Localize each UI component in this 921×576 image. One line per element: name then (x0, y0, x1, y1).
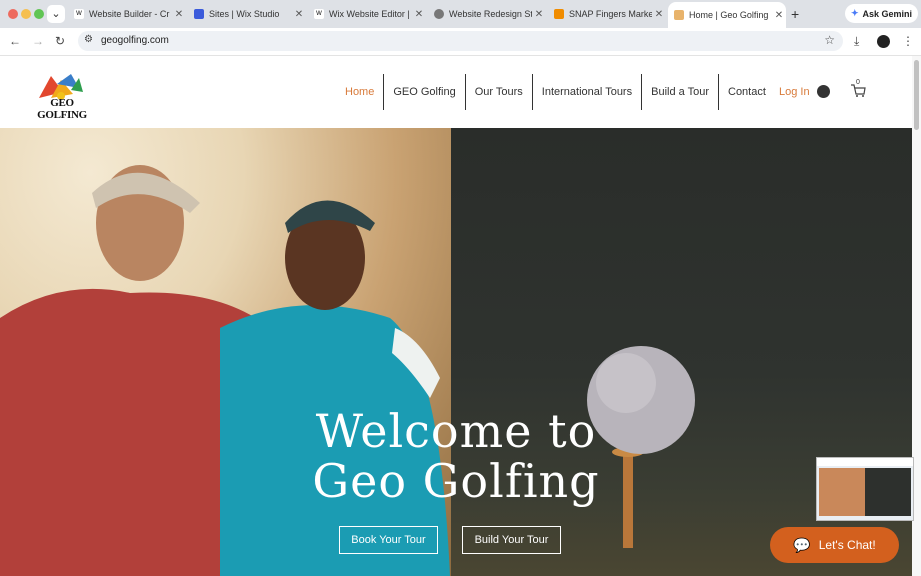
new-tab-button[interactable]: + (791, 6, 799, 22)
lets-chat-button[interactable]: 💬 Let's Chat! (770, 527, 899, 563)
tab-search-chevron-icon[interactable]: ⌄ (47, 5, 65, 23)
close-tab-icon[interactable]: ✕ (292, 9, 306, 20)
reload-icon[interactable]: ↻ (55, 34, 65, 48)
browser-toolbar: ← → ↻ ⚙ geogolfing.com ☆ ⤓ ⋮ (0, 28, 921, 56)
browser-tab[interactable]: W Wix Website Editor | ✕ (308, 3, 426, 25)
cart-count: 0 (856, 79, 860, 86)
close-window-button[interactable] (8, 9, 18, 19)
url-text[interactable]: geogolfing.com (101, 35, 169, 46)
back-arrow-icon[interactable]: ← (9, 34, 21, 48)
geo-golfing-logo[interactable]: GEO GOLFING (27, 70, 97, 121)
kebab-menu-icon[interactable]: ⋮ (902, 34, 914, 48)
wix-studio-favicon-icon (194, 9, 204, 19)
site-info-icon[interactable]: ⚙ (84, 34, 93, 45)
user-account-icon[interactable] (817, 85, 830, 98)
close-tab-icon[interactable]: ✕ (412, 9, 426, 20)
forward-arrow-icon[interactable]: → (32, 34, 44, 48)
globe-favicon-icon (434, 9, 444, 19)
browser-tab[interactable]: Sites | Wix Studio ✕ (188, 3, 306, 25)
main-navigation: Home GEO Golfing Our Tours International… (336, 74, 775, 110)
nav-our-tours[interactable]: Our Tours (466, 74, 533, 110)
snap-favicon-icon (554, 9, 564, 19)
profile-avatar[interactable] (877, 35, 890, 48)
minimize-window-button[interactable] (21, 9, 31, 19)
address-bar[interactable]: ⚙ geogolfing.com ☆ (78, 31, 843, 51)
bookmark-star-icon[interactable]: ☆ (824, 33, 835, 47)
wix-favicon-icon: W (314, 9, 324, 19)
geo-golfing-favicon-icon (674, 10, 684, 20)
scrollbar-thumb[interactable] (914, 60, 919, 130)
video-preview-thumbnail[interactable] (816, 457, 914, 521)
close-tab-icon[interactable]: ✕ (172, 9, 186, 20)
chat-bubble-icon: 💬 (793, 536, 811, 553)
hero-section: Welcome to Geo Golfing Book Your Tour Bu… (0, 128, 912, 576)
book-your-tour-button[interactable]: Book Your Tour (339, 526, 438, 554)
nav-build-a-tour[interactable]: Build a Tour (642, 74, 719, 110)
maximize-window-button[interactable] (34, 9, 44, 19)
close-tab-icon[interactable]: ✕ (652, 9, 666, 20)
browser-tab[interactable]: W Website Builder - Cr ✕ (68, 3, 186, 25)
nav-geo-golfing[interactable]: GEO Golfing (384, 74, 466, 110)
gemini-sparkle-icon: ✦ (850, 8, 859, 18)
build-your-tour-button[interactable]: Build Your Tour (462, 526, 561, 554)
browser-tab-active[interactable]: Home | Geo Golfing ✕ (668, 2, 786, 28)
browser-tab-strip: ⌄ W Website Builder - Cr ✕ Sites | Wix S… (0, 0, 921, 28)
nav-international-tours[interactable]: International Tours (533, 74, 643, 110)
nav-home[interactable]: Home (336, 74, 385, 110)
wix-favicon-icon: W (74, 9, 84, 19)
close-tab-icon[interactable]: ✕ (532, 9, 546, 20)
close-tab-icon[interactable]: ✕ (772, 10, 786, 21)
shopping-cart-icon[interactable]: 0 (850, 79, 866, 98)
golfers-photo (0, 128, 451, 576)
browser-tab[interactable]: SNAP Fingers Marke ✕ (548, 3, 666, 25)
login-link[interactable]: Log In (779, 86, 810, 98)
hero-headline: Welcome to Geo Golfing (312, 404, 600, 508)
ask-gemini-button[interactable]: ✦ Ask Gemini (845, 4, 918, 23)
browser-tab[interactable]: Website Redesign St ✕ (428, 3, 546, 25)
nav-contact[interactable]: Contact (719, 74, 775, 110)
download-icon[interactable]: ⤓ (854, 34, 859, 49)
logo-text: GEO GOLFING (37, 97, 87, 121)
site-header: GEO GOLFING Home GEO Golfing Our Tours I… (0, 56, 912, 128)
logo-graphic-icon (39, 74, 83, 100)
